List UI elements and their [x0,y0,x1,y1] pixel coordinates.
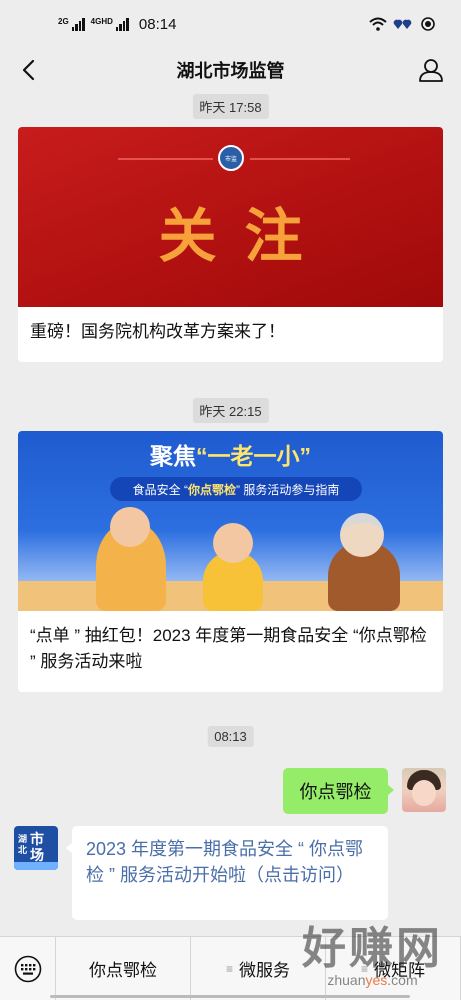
official-account-avatar[interactable]: 湖北 市场监管 [14,826,58,870]
timestamp: 08:13 [207,726,254,747]
chat-header: 湖北市场监管 [0,48,461,92]
menu-item-wei-ju-zhen[interactable]: ≡ 微矩阵 [326,936,461,1000]
home-indicator [50,995,410,998]
back-chevron-icon [22,59,35,81]
article-card[interactable]: 市监 关注 重磅！国务院机构改革方案来了！ [18,127,443,362]
article-card[interactable]: 聚焦“一老一小” 食品安全 “你点鄂检” 服务活动参与指南 “点单 ” 抽红包！… [18,431,443,692]
signal-4g-icon: 4GHD [91,17,129,31]
timestamp: 昨天 22:15 [192,398,269,423]
agency-logo-icon: 市监 [218,145,244,171]
avatar-vertical-text: 湖北 [18,834,28,855]
article-cover-image: 聚焦“一老一小” 食品安全 “你点鄂检” 服务活动参与指南 [18,431,443,611]
status-bar: 2G 4GHD 08:14 [0,0,461,48]
back-button[interactable] [12,54,44,86]
sent-message-bubble[interactable]: 你点鄂检 [283,768,394,814]
signal-4g-label: 4GHD [90,17,113,26]
bottom-menu: 你点鄂检 ≡ 微服务 ≡ 微矩阵 [0,936,461,1000]
menu-item-ni-dian-e-jian[interactable]: 你点鄂检 [56,936,191,1000]
menu-item-label: 微矩阵 [374,961,425,980]
banner-headline: 聚焦“一老一小” [150,443,311,469]
timestamp: 昨天 17:58 [192,94,269,119]
banner-headline: 关注 [158,204,331,269]
submenu-lines-icon: ≡ [225,961,233,976]
user-avatar[interactable] [402,768,446,812]
keyboard-toggle-button[interactable] [0,936,56,1000]
profile-button[interactable] [415,54,447,86]
keyboard-icon [14,955,41,982]
article-title: 重磅！国务院机构改革方案来了！ [30,322,285,341]
signal-2g-icon: 2G [58,17,85,31]
battery-icon [421,17,435,31]
article-cover-image: 市监 关注 [18,127,443,307]
submenu-lines-icon: ≡ [360,961,368,976]
status-time: 08:14 [138,15,177,33]
signal-2g-label: 2G [58,17,69,26]
chat-title: 湖北市场监管 [176,61,285,81]
banner-subtitle: 食品安全 “你点鄂检” 服务活动参与指南 [110,477,362,501]
article-title: “点单 ” 抽红包！2023 年度第一期食品安全 “你点鄂检 ” 服务活动来啦 [30,626,427,671]
status-hearts-icon [393,19,412,29]
menu-item-wei-fu-wu[interactable]: ≡ 微服务 [191,936,326,1000]
wifi-icon [369,17,387,31]
menu-item-label: 微服务 [239,961,290,980]
menu-item-label: 你点鄂检 [89,961,157,980]
user-profile-icon [419,59,443,82]
reply-link-message[interactable]: 2023 年度第一期食品安全 “ 你点鄂检 ” 服务活动开始啦（点击访问） [66,826,388,920]
